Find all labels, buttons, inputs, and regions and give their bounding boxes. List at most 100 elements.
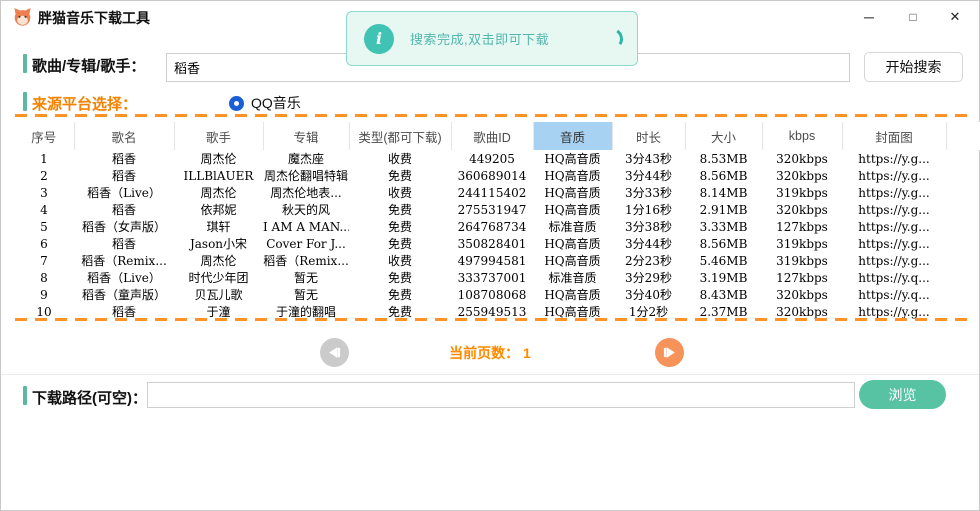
table-cell[interactable]: 稻香 (74, 235, 174, 252)
table-cell[interactable]: https://y.g... (842, 201, 946, 218)
maximize-button[interactable]: □ (891, 1, 935, 33)
table-cell[interactable]: 3分40秒 (612, 286, 685, 303)
minimize-button[interactable]: ─ (847, 1, 891, 33)
table-cell[interactable]: 320kbps (762, 167, 842, 184)
table-cell[interactable]: 320kbps (762, 150, 842, 167)
table-cell[interactable]: 8.14MB (685, 184, 762, 201)
column-header-1[interactable]: 序号 (14, 122, 74, 150)
table-cell[interactable]: 333737001 (451, 269, 533, 286)
table-cell[interactable]: 3 (14, 184, 74, 201)
table-row[interactable]: 7稻香（Remix...周杰伦稻香（Remix...收费497994581HQ高… (14, 252, 980, 269)
table-cell[interactable]: 2.91MB (685, 201, 762, 218)
table-cell[interactable] (946, 235, 980, 252)
table-cell[interactable]: 稻香 (74, 167, 174, 184)
table-cell[interactable]: 2 (14, 167, 74, 184)
table-cell[interactable]: 稻香（童声版） (74, 286, 174, 303)
column-header-10[interactable]: kbps (762, 122, 842, 150)
column-header-empty[interactable] (946, 122, 980, 150)
table-cell[interactable]: 3分43秒 (612, 150, 685, 167)
table-row[interactable]: 3稻香（Live）周杰伦周杰伦地表...收费244115402HQ高音质3分33… (14, 184, 980, 201)
table-cell[interactable]: 3分44秒 (612, 235, 685, 252)
table-cell[interactable]: 3.33MB (685, 218, 762, 235)
download-path-input[interactable] (147, 382, 855, 408)
table-cell[interactable]: HQ高音质 (533, 235, 612, 252)
table-cell[interactable]: 收费 (349, 150, 451, 167)
start-search-button[interactable]: 开始搜索 (864, 52, 963, 82)
table-cell[interactable]: 5 (14, 218, 74, 235)
table-cell[interactable]: 稻香 (74, 201, 174, 218)
table-cell[interactable]: 3分38秒 (612, 218, 685, 235)
table-cell[interactable]: 319kbps (762, 235, 842, 252)
table-cell[interactable]: 琪轩 (174, 218, 263, 235)
table-cell[interactable]: 免费 (349, 167, 451, 184)
table-cell[interactable]: 8.43MB (685, 286, 762, 303)
table-cell[interactable]: I AM A MAN... (263, 218, 349, 235)
table-cell[interactable]: 依邦妮 (174, 201, 263, 218)
column-header-9[interactable]: 大小 (685, 122, 762, 150)
table-cell[interactable]: 稻香（Live） (74, 269, 174, 286)
table-row[interactable]: 2稻香ILLBlAUER周杰伦翻唱特辑免费360689014HQ高音质3分44秒… (14, 167, 980, 184)
table-cell[interactable]: 免费 (349, 269, 451, 286)
table-cell[interactable]: 3分33秒 (612, 184, 685, 201)
table-cell[interactable]: https://y.g... (842, 252, 946, 269)
table-cell[interactable]: 标准音质 (533, 218, 612, 235)
table-cell[interactable]: 497994581 (451, 252, 533, 269)
table-cell[interactable]: 稻香（Remix... (74, 252, 174, 269)
table-cell[interactable]: 8 (14, 269, 74, 286)
table-cell[interactable]: 1分16秒 (612, 201, 685, 218)
table-cell[interactable]: 稻香（女声版） (74, 218, 174, 235)
table-cell[interactable]: 秋天的风 (263, 201, 349, 218)
column-header-8[interactable]: 时长 (612, 122, 685, 150)
table-cell[interactable]: 贝瓦儿歌 (174, 286, 263, 303)
table-cell[interactable] (946, 269, 980, 286)
table-cell[interactable]: HQ高音质 (533, 286, 612, 303)
table-cell[interactable]: 稻香 (74, 150, 174, 167)
table-cell[interactable] (946, 218, 980, 235)
radio-label[interactable]: QQ音乐 (251, 93, 301, 113)
table-cell[interactable] (946, 286, 980, 303)
table-cell[interactable]: 3分29秒 (612, 269, 685, 286)
table-cell[interactable]: https://y.q... (842, 286, 946, 303)
table-cell[interactable]: 标准音质 (533, 269, 612, 286)
table-cell[interactable]: 免费 (349, 218, 451, 235)
radio-selected-icon[interactable] (229, 96, 244, 111)
table-cell[interactable]: https://y.g... (842, 218, 946, 235)
table-cell[interactable]: https://y.q... (842, 269, 946, 286)
table-cell[interactable]: 4 (14, 201, 74, 218)
table-cell[interactable] (946, 150, 980, 167)
table-cell[interactable]: 127kbps (762, 269, 842, 286)
table-cell[interactable]: 360689014 (451, 167, 533, 184)
column-header-7[interactable]: 音质 (533, 122, 612, 150)
table-row[interactable]: 5稻香（女声版）琪轩I AM A MAN...免费264768734标准音质3分… (14, 218, 980, 235)
table-cell[interactable]: 稻香（Live） (74, 184, 174, 201)
table-cell[interactable]: HQ高音质 (533, 184, 612, 201)
table-cell[interactable]: https://y.g... (842, 150, 946, 167)
table-cell[interactable]: 周杰伦翻唱特辑 (263, 167, 349, 184)
table-cell[interactable]: 周杰伦 (174, 252, 263, 269)
table-cell[interactable]: 320kbps (762, 201, 842, 218)
table-cell[interactable]: 319kbps (762, 252, 842, 269)
table-cell[interactable]: HQ高音质 (533, 201, 612, 218)
column-header-2[interactable]: 歌名 (74, 122, 174, 150)
table-cell[interactable]: 周杰伦 (174, 184, 263, 201)
table-cell[interactable]: HQ高音质 (533, 150, 612, 167)
column-header-5[interactable]: 类型(都可下载) (349, 122, 451, 150)
column-header-11[interactable]: 封面图 (842, 122, 946, 150)
table-cell[interactable]: 108708068 (451, 286, 533, 303)
table-cell[interactable]: https://y.g... (842, 167, 946, 184)
table-row[interactable]: 9稻香（童声版）贝瓦儿歌暂无免费108708068HQ高音质3分40秒8.43M… (14, 286, 980, 303)
table-cell[interactable]: 7 (14, 252, 74, 269)
next-page-button[interactable] (655, 338, 684, 367)
table-cell[interactable]: 周杰伦 (174, 150, 263, 167)
table-row[interactable]: 1稻香周杰伦魔杰座收费449205HQ高音质3分43秒8.53MB320kbps… (14, 150, 980, 167)
table-cell[interactable]: 319kbps (762, 184, 842, 201)
table-row[interactable]: 4稻香依邦妮秋天的风免费275531947HQ高音质1分16秒2.91MB320… (14, 201, 980, 218)
table-cell[interactable]: ILLBlAUER (174, 167, 263, 184)
table-cell[interactable]: 时代少年团 (174, 269, 263, 286)
table-cell[interactable] (946, 167, 980, 184)
table-cell[interactable]: 9 (14, 286, 74, 303)
table-cell[interactable]: 127kbps (762, 218, 842, 235)
table-cell[interactable]: 2分23秒 (612, 252, 685, 269)
table-cell[interactable]: 8.56MB (685, 235, 762, 252)
platform-radio-qq-music[interactable]: QQ音乐 (229, 93, 301, 113)
